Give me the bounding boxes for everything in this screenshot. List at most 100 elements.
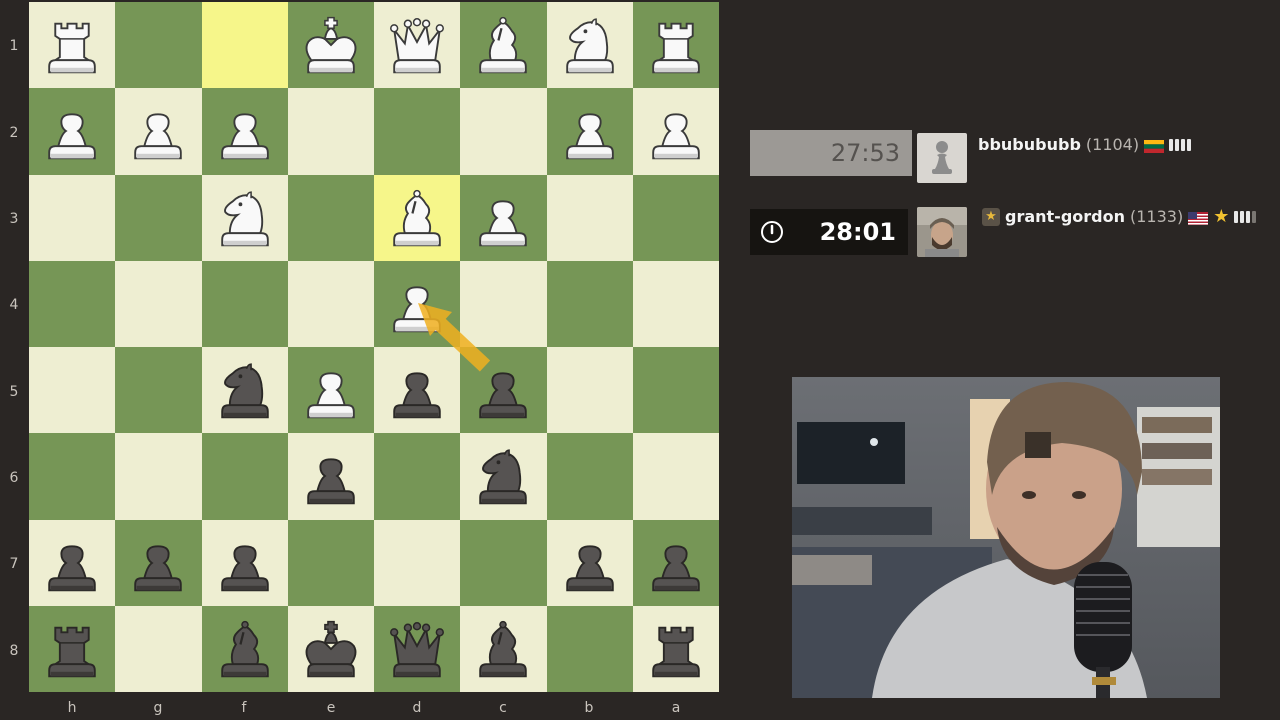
square-c1[interactable] (460, 2, 547, 89)
square-b3[interactable] (546, 174, 633, 261)
pawn-avatar-icon[interactable] (917, 133, 967, 183)
chess-board[interactable] (29, 2, 719, 692)
black-pawn-icon[interactable] (34, 525, 110, 601)
square-a6[interactable] (632, 433, 719, 520)
white-pawn-icon[interactable] (34, 93, 110, 169)
square-g8[interactable] (115, 605, 202, 692)
square-b5[interactable] (546, 347, 633, 434)
square-f4[interactable] (201, 260, 288, 347)
white-queen-icon[interactable] (379, 7, 455, 83)
square-b2[interactable] (546, 88, 633, 175)
opponent-username[interactable]: bbubububb (978, 135, 1081, 154)
square-f5[interactable] (201, 347, 288, 434)
white-bishop-icon[interactable] (465, 7, 541, 83)
black-bishop-icon[interactable] (207, 611, 283, 687)
white-pawn-icon[interactable] (638, 93, 714, 169)
square-h5[interactable] (29, 347, 116, 434)
square-h6[interactable] (29, 433, 116, 520)
white-knight-icon[interactable] (207, 180, 283, 256)
black-queen-icon[interactable] (379, 611, 455, 687)
square-d6[interactable] (374, 433, 461, 520)
square-f2[interactable] (201, 88, 288, 175)
white-knight-icon[interactable] (552, 7, 628, 83)
square-e3[interactable] (287, 174, 374, 261)
black-pawn-icon[interactable] (379, 352, 455, 428)
square-e7[interactable] (287, 519, 374, 606)
square-d3[interactable] (374, 174, 461, 261)
square-e8[interactable] (287, 605, 374, 692)
black-rook-icon[interactable] (34, 611, 110, 687)
square-a1[interactable] (632, 2, 719, 89)
square-f1[interactable] (201, 2, 288, 89)
square-b6[interactable] (546, 433, 633, 520)
square-a4[interactable] (632, 260, 719, 347)
square-g2[interactable] (115, 88, 202, 175)
white-king-icon[interactable] (293, 7, 369, 83)
square-e4[interactable] (287, 260, 374, 347)
square-h3[interactable] (29, 174, 116, 261)
square-c4[interactable] (460, 260, 547, 347)
square-d8[interactable] (374, 605, 461, 692)
square-e1[interactable] (287, 2, 374, 89)
square-a5[interactable] (632, 347, 719, 434)
square-g7[interactable] (115, 519, 202, 606)
square-b1[interactable] (546, 2, 633, 89)
streamer-avatar[interactable] (917, 207, 967, 257)
white-bishop-icon[interactable] (379, 180, 455, 256)
square-g4[interactable] (115, 260, 202, 347)
square-e6[interactable] (287, 433, 374, 520)
black-bishop-icon[interactable] (465, 611, 541, 687)
square-a7[interactable] (632, 519, 719, 606)
black-pawn-icon[interactable] (293, 438, 369, 514)
square-d5[interactable] (374, 347, 461, 434)
square-h4[interactable] (29, 260, 116, 347)
square-h8[interactable] (29, 605, 116, 692)
square-d4[interactable] (374, 260, 461, 347)
white-pawn-icon[interactable] (293, 352, 369, 428)
square-b8[interactable] (546, 605, 633, 692)
black-pawn-icon[interactable] (120, 525, 196, 601)
white-rook-icon[interactable] (34, 7, 110, 83)
square-f3[interactable] (201, 174, 288, 261)
square-e5[interactable] (287, 347, 374, 434)
square-c8[interactable] (460, 605, 547, 692)
square-a3[interactable] (632, 174, 719, 261)
black-pawn-icon[interactable] (207, 525, 283, 601)
black-king-icon[interactable] (293, 611, 369, 687)
black-pawn-icon[interactable] (465, 352, 541, 428)
black-pawn-icon[interactable] (638, 525, 714, 601)
square-c7[interactable] (460, 519, 547, 606)
square-f7[interactable] (201, 519, 288, 606)
square-d7[interactable] (374, 519, 461, 606)
square-e2[interactable] (287, 88, 374, 175)
square-g5[interactable] (115, 347, 202, 434)
square-g3[interactable] (115, 174, 202, 261)
black-knight-icon[interactable] (465, 438, 541, 514)
white-pawn-icon[interactable] (465, 180, 541, 256)
white-rook-icon[interactable] (638, 7, 714, 83)
white-pawn-icon[interactable] (379, 266, 455, 342)
square-c5[interactable] (460, 347, 547, 434)
square-h7[interactable] (29, 519, 116, 606)
square-d2[interactable] (374, 88, 461, 175)
square-g1[interactable] (115, 2, 202, 89)
player-username[interactable]: grant-gordon (1005, 207, 1125, 226)
square-h2[interactable] (29, 88, 116, 175)
white-pawn-icon[interactable] (120, 93, 196, 169)
square-a2[interactable] (632, 88, 719, 175)
square-f8[interactable] (201, 605, 288, 692)
square-f6[interactable] (201, 433, 288, 520)
square-c6[interactable] (460, 433, 547, 520)
square-h1[interactable] (29, 2, 116, 89)
square-a8[interactable] (632, 605, 719, 692)
white-pawn-icon[interactable] (207, 93, 283, 169)
square-d1[interactable] (374, 2, 461, 89)
black-knight-icon[interactable] (207, 352, 283, 428)
square-b4[interactable] (546, 260, 633, 347)
square-c2[interactable] (460, 88, 547, 175)
square-g6[interactable] (115, 433, 202, 520)
white-pawn-icon[interactable] (552, 93, 628, 169)
square-b7[interactable] (546, 519, 633, 606)
black-pawn-icon[interactable] (552, 525, 628, 601)
black-rook-icon[interactable] (638, 611, 714, 687)
